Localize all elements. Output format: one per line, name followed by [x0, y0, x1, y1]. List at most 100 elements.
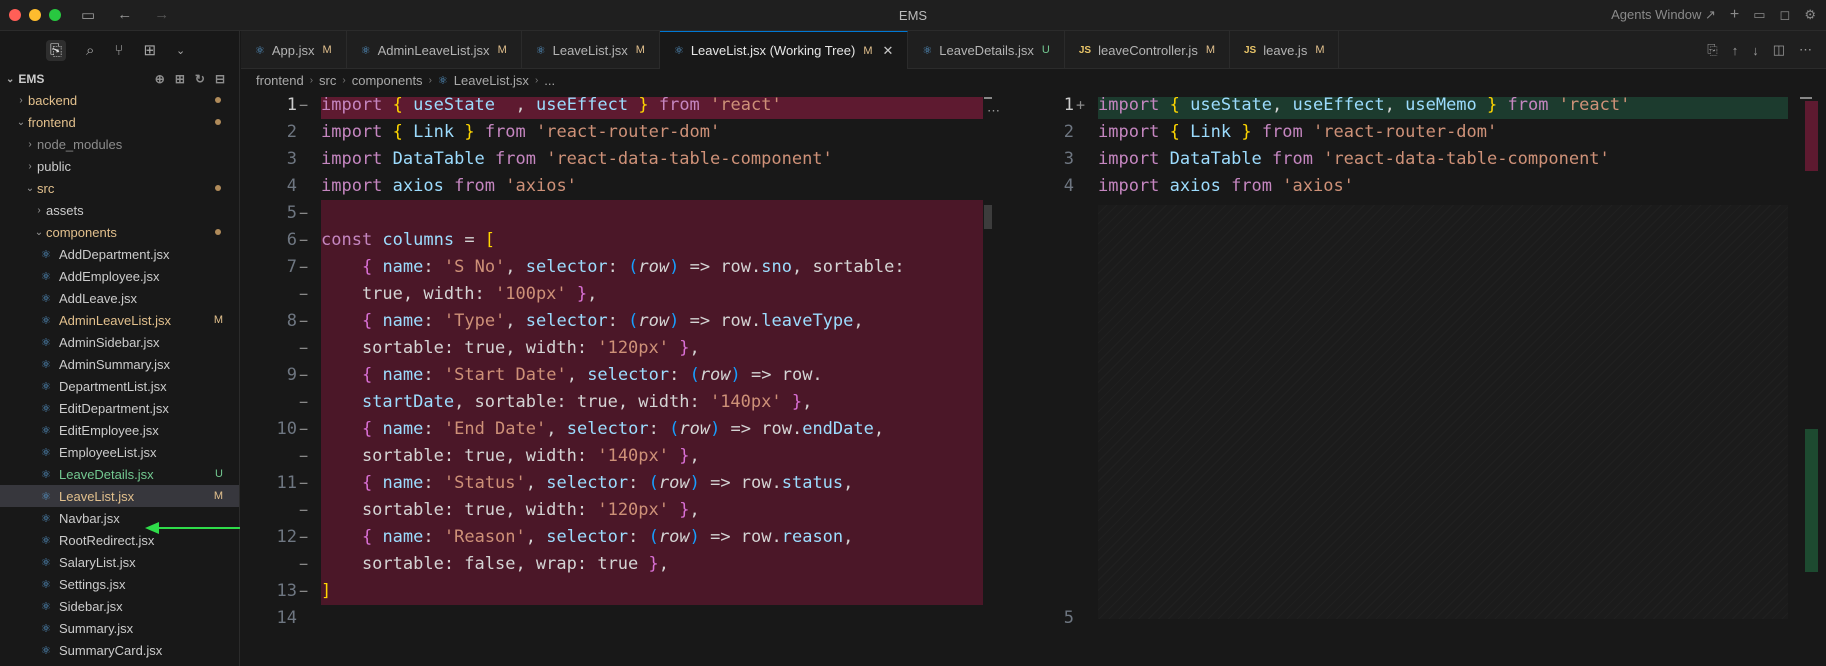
- tree-file[interactable]: ⚛ AdminSidebar.jsx: [0, 331, 239, 353]
- breadcrumb-item[interactable]: frontend: [256, 73, 304, 88]
- explorer-root[interactable]: ⌄ EMS ⊕ ⊞ ↻ ⊟: [0, 69, 239, 89]
- back-arrow-icon[interactable]: ←: [117, 6, 132, 24]
- new-file-icon[interactable]: ⊕: [155, 72, 165, 86]
- diff-marker: −: [299, 447, 309, 465]
- breadcrumb-item[interactable]: components: [352, 73, 423, 88]
- tree-file[interactable]: ⚛ AdminLeaveList.jsx M: [0, 309, 239, 331]
- code-token: :: [628, 527, 649, 547]
- split-editor-icon[interactable]: ◫: [1773, 42, 1785, 58]
- tree-file[interactable]: ⚛ AddLeave.jsx: [0, 287, 239, 309]
- open-file-icon[interactable]: ⎘: [1707, 42, 1717, 58]
- line-number: 4: [286, 176, 297, 196]
- code-token: 'react-data-table-component': [546, 149, 833, 169]
- editor-tab[interactable]: JS leave.js M: [1230, 31, 1340, 69]
- code-token: {: [361, 419, 383, 439]
- code-token: selector: [546, 527, 629, 547]
- tree-folder[interactable]: › assets: [0, 199, 239, 221]
- editor-tab[interactable]: JS leaveController.js M: [1065, 31, 1230, 69]
- tree-folder[interactable]: › backend: [0, 89, 239, 111]
- forward-arrow-icon[interactable]: →: [154, 6, 169, 24]
- react-file-icon: ⚛: [41, 644, 51, 657]
- editor-tab[interactable]: ⚛ LeaveDetails.jsx U: [908, 31, 1065, 69]
- tree-file[interactable]: ⚛ SummaryCard.jsx: [0, 639, 239, 661]
- tree-file[interactable]: ⚛ AddDepartment.jsx: [0, 243, 239, 265]
- tree-folder[interactable]: › public: [0, 155, 239, 177]
- tree-folder[interactable]: ⌄ src: [0, 177, 239, 199]
- minimize-window-button[interactable]: [29, 9, 41, 21]
- chat-icon[interactable]: ◻: [1780, 7, 1791, 23]
- line-number: 6: [1018, 632, 1074, 635]
- search-icon[interactable]: ⌕: [86, 42, 94, 59]
- tree-file[interactable]: ⚛ Sidebar.jsx: [0, 595, 239, 617]
- code-token: import: [1098, 122, 1170, 142]
- code-token: name: [382, 365, 424, 385]
- code-token: (: [648, 473, 659, 493]
- original-code-pane[interactable]: 1− import { useState , useEffect } from '…: [241, 97, 992, 635]
- breadcrumb-item[interactable]: LeaveList.jsx: [454, 73, 529, 88]
- tree-file[interactable]: ⚛ DepartmentList.jsx: [0, 375, 239, 397]
- files-icon[interactable]: ⎘: [46, 39, 67, 61]
- editor-tab[interactable]: ⚛ AdminLeaveList.jsx M: [347, 31, 522, 69]
- code-text: const LeaveList = () => {: [321, 632, 577, 635]
- tree-file[interactable]: ⚛ EmployeeList.jsx: [0, 441, 239, 463]
- code-token: import: [321, 176, 393, 196]
- editor-tab[interactable]: ⚛ LeaveList.jsx M: [522, 31, 660, 69]
- code-token: ,: [843, 473, 854, 493]
- code-token: useEffect: [1292, 97, 1385, 115]
- tree-file[interactable]: ⚛ Summary.jsx: [0, 617, 239, 639]
- extensions-icon[interactable]: ⊞: [143, 41, 156, 59]
- tree-file[interactable]: ⚛ LeaveList.jsx M: [0, 485, 239, 507]
- file-tree: › backend ⌄ frontend › node_modules › public ⌄ sr…: [0, 89, 239, 661]
- code-line: − true, width: '100px' },: [241, 281, 992, 308]
- close-icon[interactable]: ✕: [882, 43, 893, 59]
- diff-marker: −: [299, 393, 309, 411]
- code-text: startDate, sortable: true, width: '140px…: [321, 389, 812, 416]
- tree-file[interactable]: ⚛ AdminSummary.jsx: [0, 353, 239, 375]
- tree-file[interactable]: ⚛ EditEmployee.jsx: [0, 419, 239, 441]
- source-control-icon[interactable]: ⑂: [114, 42, 123, 59]
- code-token: 'react': [710, 97, 782, 115]
- tree-item-label: EditDepartment.jsx: [59, 400, 169, 416]
- tree-folder[interactable]: ⌄ frontend: [0, 111, 239, 133]
- tree-file[interactable]: ⚛ Settings.jsx: [0, 573, 239, 595]
- new-folder-icon[interactable]: ⊞: [175, 72, 185, 86]
- code-token: row: [638, 311, 670, 331]
- code-token: ,: [495, 97, 536, 115]
- close-window-button[interactable]: [9, 9, 21, 21]
- modified-code-pane[interactable]: 1 + import { useState, useEffect, useMemo …: [1018, 97, 1826, 635]
- zoom-window-button[interactable]: [49, 9, 61, 21]
- next-change-icon[interactable]: ↓: [1752, 43, 1759, 58]
- toggle-sidebar-icon[interactable]: ▭: [81, 6, 95, 24]
- refresh-icon[interactable]: ↻: [195, 72, 205, 86]
- line-number: 5: [286, 203, 297, 223]
- code-token: row: [679, 419, 711, 439]
- editor-tab[interactable]: ⚛ App.jsx M: [241, 31, 347, 69]
- code-token: :: [423, 311, 444, 331]
- tree-folder[interactable]: ⌄ components: [0, 221, 239, 243]
- more-actions-icon[interactable]: ⋯: [1799, 42, 1812, 58]
- react-file-icon: ⚛: [41, 336, 51, 349]
- diff-marker: −: [299, 582, 309, 600]
- code-text: { name: 'Reason', selector: (row) => row…: [321, 524, 853, 551]
- code-token: => row.: [679, 311, 762, 331]
- chevron-down-icon: ⌄: [6, 73, 15, 85]
- editor-tab[interactable]: ⚛ LeaveList.jsx (Working Tree) M ✕: [659, 31, 909, 69]
- breadcrumb-item[interactable]: src: [319, 73, 336, 88]
- panel-icon[interactable]: ▭: [1753, 7, 1765, 23]
- tree-file[interactable]: ⚛ EditDepartment.jsx: [0, 397, 239, 419]
- chevron-down-icon[interactable]: ⌄: [176, 44, 185, 57]
- tree-file[interactable]: ⚛ LeaveDetails.jsx U: [0, 463, 239, 485]
- breadcrumb-item[interactable]: ...: [544, 73, 555, 88]
- agents-window-link[interactable]: Agents Window ↗: [1611, 7, 1716, 23]
- react-file-icon: ⚛: [255, 44, 265, 57]
- tree-folder[interactable]: › node_modules: [0, 133, 239, 155]
- plus-icon[interactable]: +: [1730, 6, 1739, 24]
- code-line: 13−]: [241, 578, 992, 605]
- collapse-all-icon[interactable]: ⊟: [215, 72, 225, 86]
- tree-file[interactable]: ⚛ AddEmployee.jsx: [0, 265, 239, 287]
- tree-item-label: EditEmployee.jsx: [59, 422, 159, 438]
- previous-change-icon[interactable]: ↑: [1732, 43, 1739, 58]
- tree-file[interactable]: ⚛ SalaryList.jsx: [0, 551, 239, 573]
- gear-icon[interactable]: ⚙: [1804, 7, 1816, 23]
- code-token: from: [474, 122, 537, 142]
